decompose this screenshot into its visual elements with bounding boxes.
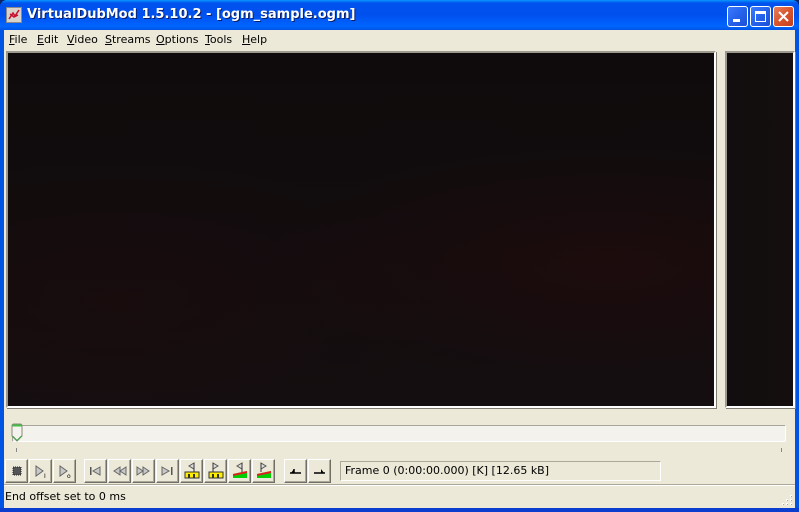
timeline-trackbar[interactable]	[12, 425, 786, 442]
menu-edit[interactable]: Edit	[37, 33, 58, 46]
timeline-thumb[interactable]	[11, 423, 23, 443]
menu-help[interactable]: Help	[242, 33, 267, 46]
app-window: VirtualDubMod 1.5.10.2 - [ogm_sample.ogm…	[0, 0, 799, 512]
play-output-icon: o	[59, 465, 71, 480]
play-input-icon: I	[35, 465, 46, 480]
play-output-button[interactable]: o	[53, 459, 76, 483]
resize-grip-icon[interactable]	[781, 494, 793, 506]
maximize-button[interactable]	[750, 6, 771, 27]
menu-options[interactable]: Options	[156, 33, 198, 46]
window-bottom-border	[0, 508, 799, 512]
go-start-button[interactable]	[84, 459, 107, 483]
maximize-icon	[755, 11, 766, 22]
play-input-button[interactable]: I	[29, 459, 52, 483]
next-keyframe-icon	[208, 462, 224, 479]
go-to-start-icon	[90, 466, 101, 476]
svg-text:o: o	[67, 473, 71, 480]
mark-in-icon	[290, 469, 301, 474]
go-to-end-icon	[161, 466, 173, 476]
mark-in-button[interactable]	[284, 459, 307, 483]
step-forward-button[interactable]	[132, 459, 155, 483]
status-bar: End offset set to 0 ms	[4, 486, 795, 508]
next-scene-icon	[257, 462, 271, 478]
fast-forward-icon	[136, 466, 150, 476]
rewind-icon	[113, 466, 127, 476]
menu-file[interactable]: File	[9, 33, 27, 46]
window-title: VirtualDubMod 1.5.10.2 - [ogm_sample.ogm…	[27, 7, 356, 22]
client-area: File Edit Video Streams Options Tools He…	[4, 30, 795, 508]
close-button[interactable]	[773, 6, 794, 27]
mark-out-icon	[314, 469, 325, 474]
menu-tools[interactable]: Tools	[205, 33, 232, 46]
status-text: End offset set to 0 ms	[5, 490, 126, 503]
prev-keyframe-button[interactable]	[180, 459, 203, 483]
timeline-end-tick	[781, 448, 782, 452]
stop-icon	[12, 466, 22, 476]
prev-scene-icon	[233, 462, 247, 478]
next-keyframe-button[interactable]	[204, 459, 227, 483]
next-scene-button[interactable]	[252, 459, 275, 483]
close-icon	[778, 11, 789, 22]
mark-out-button[interactable]	[308, 459, 331, 483]
stop-button[interactable]	[5, 459, 28, 483]
virtualdub-icon[interactable]	[6, 7, 22, 23]
step-back-button[interactable]	[108, 459, 131, 483]
prev-scene-button[interactable]	[228, 459, 251, 483]
go-end-button[interactable]	[156, 459, 179, 483]
menu-video[interactable]: Video	[67, 33, 98, 46]
menu-bar: File Edit Video Streams Options Tools He…	[4, 30, 795, 49]
minimize-button[interactable]	[727, 6, 748, 27]
svg-text:I: I	[44, 473, 46, 480]
input-video-pane[interactable]	[6, 51, 716, 408]
menu-streams[interactable]: Streams	[105, 33, 151, 46]
output-video-pane[interactable]	[725, 51, 795, 408]
minimize-icon	[733, 19, 740, 22]
prev-keyframe-icon	[184, 462, 200, 479]
frame-info-display: Frame 0 (0:00:00.000) [K] [12.65 kB]	[340, 461, 661, 481]
timeline-start-tick	[16, 448, 17, 452]
title-bar[interactable]: VirtualDubMod 1.5.10.2 - [ogm_sample.ogm…	[0, 0, 799, 30]
